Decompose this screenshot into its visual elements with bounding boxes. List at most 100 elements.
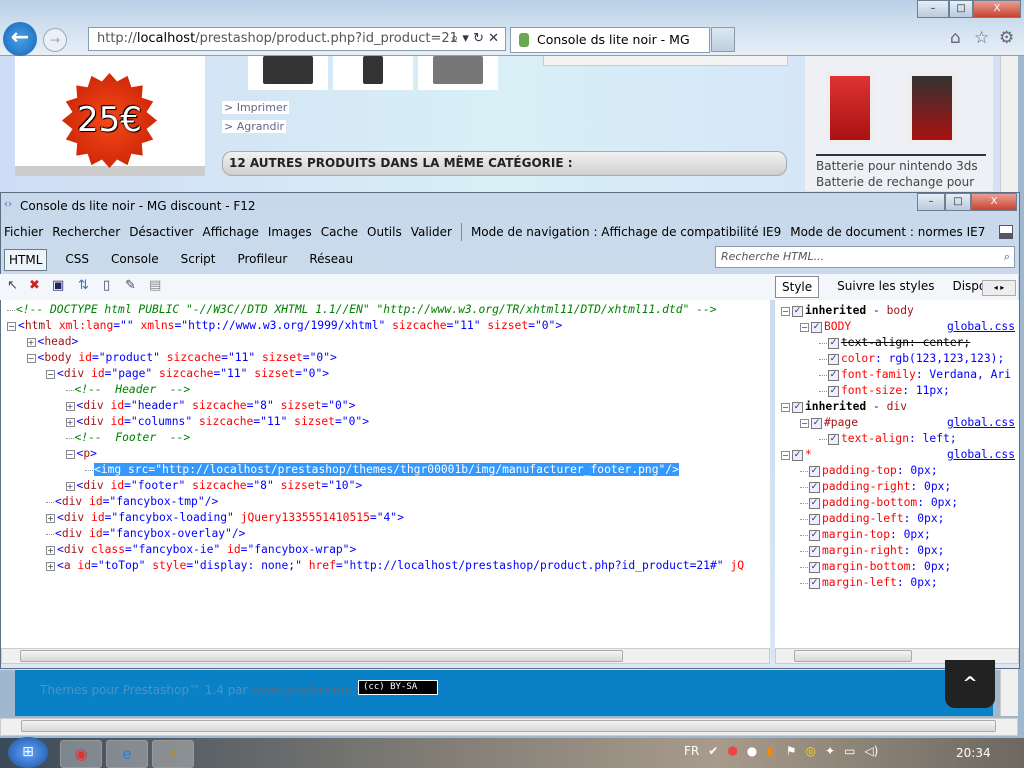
devtools-maximize-button[interactable]: □: [945, 193, 971, 211]
dom-node[interactable]: <div id="fancybox-tmp"/>: [46, 494, 218, 510]
clear-icon[interactable]: ✖: [29, 278, 40, 293]
dom-node[interactable]: <div id="fancybox-overlay"/>: [46, 526, 245, 542]
collapse-icon[interactable]: −: [800, 418, 809, 428]
dom-node[interactable]: + <div id="header" sizcache="8" sizset="0…: [65, 398, 355, 414]
menu-fichier[interactable]: Fichier: [4, 221, 43, 243]
menu-images[interactable]: Images: [268, 221, 312, 243]
collapse-icon[interactable]: −: [46, 369, 55, 379]
collapse-icon[interactable]: −: [781, 306, 790, 316]
forward-button[interactable]: →: [43, 28, 67, 52]
new-tab-button[interactable]: [711, 27, 735, 52]
rule-checkbox[interactable]: ✓: [809, 577, 820, 589]
rule-checkbox[interactable]: ✓: [828, 385, 839, 397]
html-search-input[interactable]: Recherche HTML... ⌕: [715, 246, 1015, 268]
style-rule[interactable]: − ✓ inherited - div: [781, 399, 907, 415]
style-rule[interactable]: ✓ margin-bottom: 0px;: [800, 559, 951, 575]
home-icon[interactable]: ⌂: [950, 28, 961, 48]
menu-desactiver[interactable]: Désactiver: [129, 221, 193, 243]
rule-checkbox[interactable]: ✓: [811, 321, 822, 333]
address-bar[interactable]: http://localhost/prestashop/product.php?…: [88, 27, 506, 51]
antivirus-icon[interactable]: ⬢: [727, 744, 737, 758]
pin-window-icon[interactable]: [999, 225, 1013, 239]
dom-node[interactable]: + <a id="toTop" style="display: none;" hr…: [46, 558, 744, 574]
edit-icon[interactable]: ✎: [125, 278, 136, 293]
wireless-icon[interactable]: ◎: [806, 744, 816, 758]
menu-cache[interactable]: Cache: [321, 221, 358, 243]
expand-icon[interactable]: +: [65, 481, 75, 491]
chrome-icon[interactable]: ◉: [60, 740, 102, 768]
minimize-button[interactable]: –: [917, 0, 949, 18]
expand-icon[interactable]: +: [46, 545, 55, 555]
action-center-icon[interactable]: ⚑: [786, 744, 797, 758]
style-rule[interactable]: − ✓ #page: [800, 415, 858, 431]
tab-scroll-arrows[interactable]: ◂ ▸: [982, 280, 1016, 296]
rule-checkbox[interactable]: ✓: [792, 449, 803, 461]
favorites-icon[interactable]: ☆: [974, 28, 989, 48]
rule-checkbox[interactable]: ✓: [809, 529, 820, 541]
expand-icon[interactable]: +: [65, 417, 75, 427]
tab-console[interactable]: Console: [107, 249, 163, 271]
bluetooth-icon[interactable]: ✦: [825, 744, 835, 758]
dom-node[interactable]: − <body id="product" sizcache="11" sizset…: [26, 350, 337, 366]
menu-outils[interactable]: Outils: [367, 221, 402, 243]
rule-checkbox[interactable]: ✓: [828, 353, 839, 365]
dom-node[interactable]: + <head>: [26, 334, 78, 350]
tab-network[interactable]: Réseau: [305, 249, 357, 271]
refresh-icon[interactable]: ⇅: [78, 278, 89, 293]
style-rule[interactable]: ✓ margin-left: 0px;: [800, 575, 938, 591]
language-indicator[interactable]: FR: [684, 744, 699, 758]
side-product-title[interactable]: Batterie pour nintendo 3ds: [816, 158, 986, 174]
rule-checkbox[interactable]: ✓: [809, 497, 820, 509]
rule-checkbox[interactable]: ✓: [809, 465, 820, 477]
tab-profiler[interactable]: Profileur: [233, 249, 291, 271]
license-badge[interactable]: (cc) BY-SA: [358, 680, 438, 695]
rule-checkbox[interactable]: ✓: [828, 433, 839, 445]
style-rule[interactable]: − ✓ *: [781, 447, 812, 463]
dom-node[interactable]: + <div class="fancybox-ie" id="fancybox-w…: [46, 542, 356, 558]
security-icon[interactable]: ✔: [708, 744, 718, 758]
page-horizontal-scrollbar[interactable]: [0, 718, 1018, 736]
tab-css[interactable]: CSS: [61, 249, 93, 271]
document-mode-menu[interactable]: Mode de document : normes IE7: [790, 221, 985, 243]
style-rule[interactable]: ✓ padding-left: 0px;: [800, 511, 944, 527]
stylesheet-link[interactable]: global.css: [947, 319, 1015, 335]
style-rule[interactable]: − ✓ inherited - body: [781, 303, 914, 319]
style-rule[interactable]: ✓ padding-bottom: 0px;: [800, 495, 958, 511]
dom-node[interactable]: − <div id="page" sizcache="11" sizset="0"…: [46, 366, 329, 382]
dom-icon[interactable]: ▯: [103, 278, 110, 293]
search-refresh-stop-icons[interactable]: ⌕ ▾ ↻ ✕: [451, 28, 499, 50]
search-icon[interactable]: ⌕: [1004, 247, 1010, 267]
rule-checkbox[interactable]: ✓: [811, 417, 822, 429]
network-icon[interactable]: ▭: [844, 744, 855, 758]
dom-node[interactable]: <!-- Footer -->: [65, 430, 190, 446]
collapse-icon[interactable]: −: [781, 402, 790, 412]
rule-checkbox[interactable]: ✓: [828, 369, 839, 381]
menu-rechercher[interactable]: Rechercher: [52, 221, 120, 243]
dom-node[interactable]: − <html xml:lang="" xmlns="http://www.w3.…: [7, 318, 562, 334]
dom-node[interactable]: + <div id="fancybox-loading" jQuery133555…: [46, 510, 404, 526]
style-rule[interactable]: ✓ font-family: Verdana, Ari: [819, 367, 1011, 383]
footer-link[interactable]: www.graphileom.fr: [251, 683, 364, 697]
browser-mode-menu[interactable]: Mode de navigation : Affichage de compat…: [471, 221, 781, 243]
dom-node[interactable]: + <div id="footer" sizcache="8" sizset="1…: [65, 478, 362, 494]
save-icon[interactable]: ▣: [52, 278, 64, 293]
select-element-icon[interactable]: ↖: [7, 278, 18, 293]
battery-product-image[interactable]: [826, 72, 874, 144]
dom-node[interactable]: + <div id="columns" sizcache="11" sizset=…: [65, 414, 369, 430]
expand-icon[interactable]: +: [65, 401, 75, 411]
collapse-icon[interactable]: −: [800, 322, 809, 332]
style-panel[interactable]: − ✓ inherited - body − ✓ BODY global.css ✓ text-…: [775, 300, 1019, 648]
rule-checkbox[interactable]: ✓: [809, 481, 820, 493]
tab-script[interactable]: Script: [177, 249, 220, 271]
start-button[interactable]: ⊞: [8, 737, 48, 768]
clock[interactable]: 20:34: [956, 746, 991, 760]
tab-html[interactable]: HTML: [4, 249, 48, 271]
product-thumbnail[interactable]: [333, 56, 413, 90]
back-button[interactable]: ←: [3, 22, 37, 56]
rule-checkbox[interactable]: ✓: [792, 401, 803, 413]
close-button[interactable]: X: [973, 0, 1021, 18]
menu-valider[interactable]: Valider: [411, 221, 452, 243]
ie-icon[interactable]: e: [106, 740, 148, 768]
browser-tab[interactable]: Console ds lite noir - MG di...×: [510, 27, 710, 71]
enlarge-link[interactable]: > Agrandir: [222, 120, 287, 133]
